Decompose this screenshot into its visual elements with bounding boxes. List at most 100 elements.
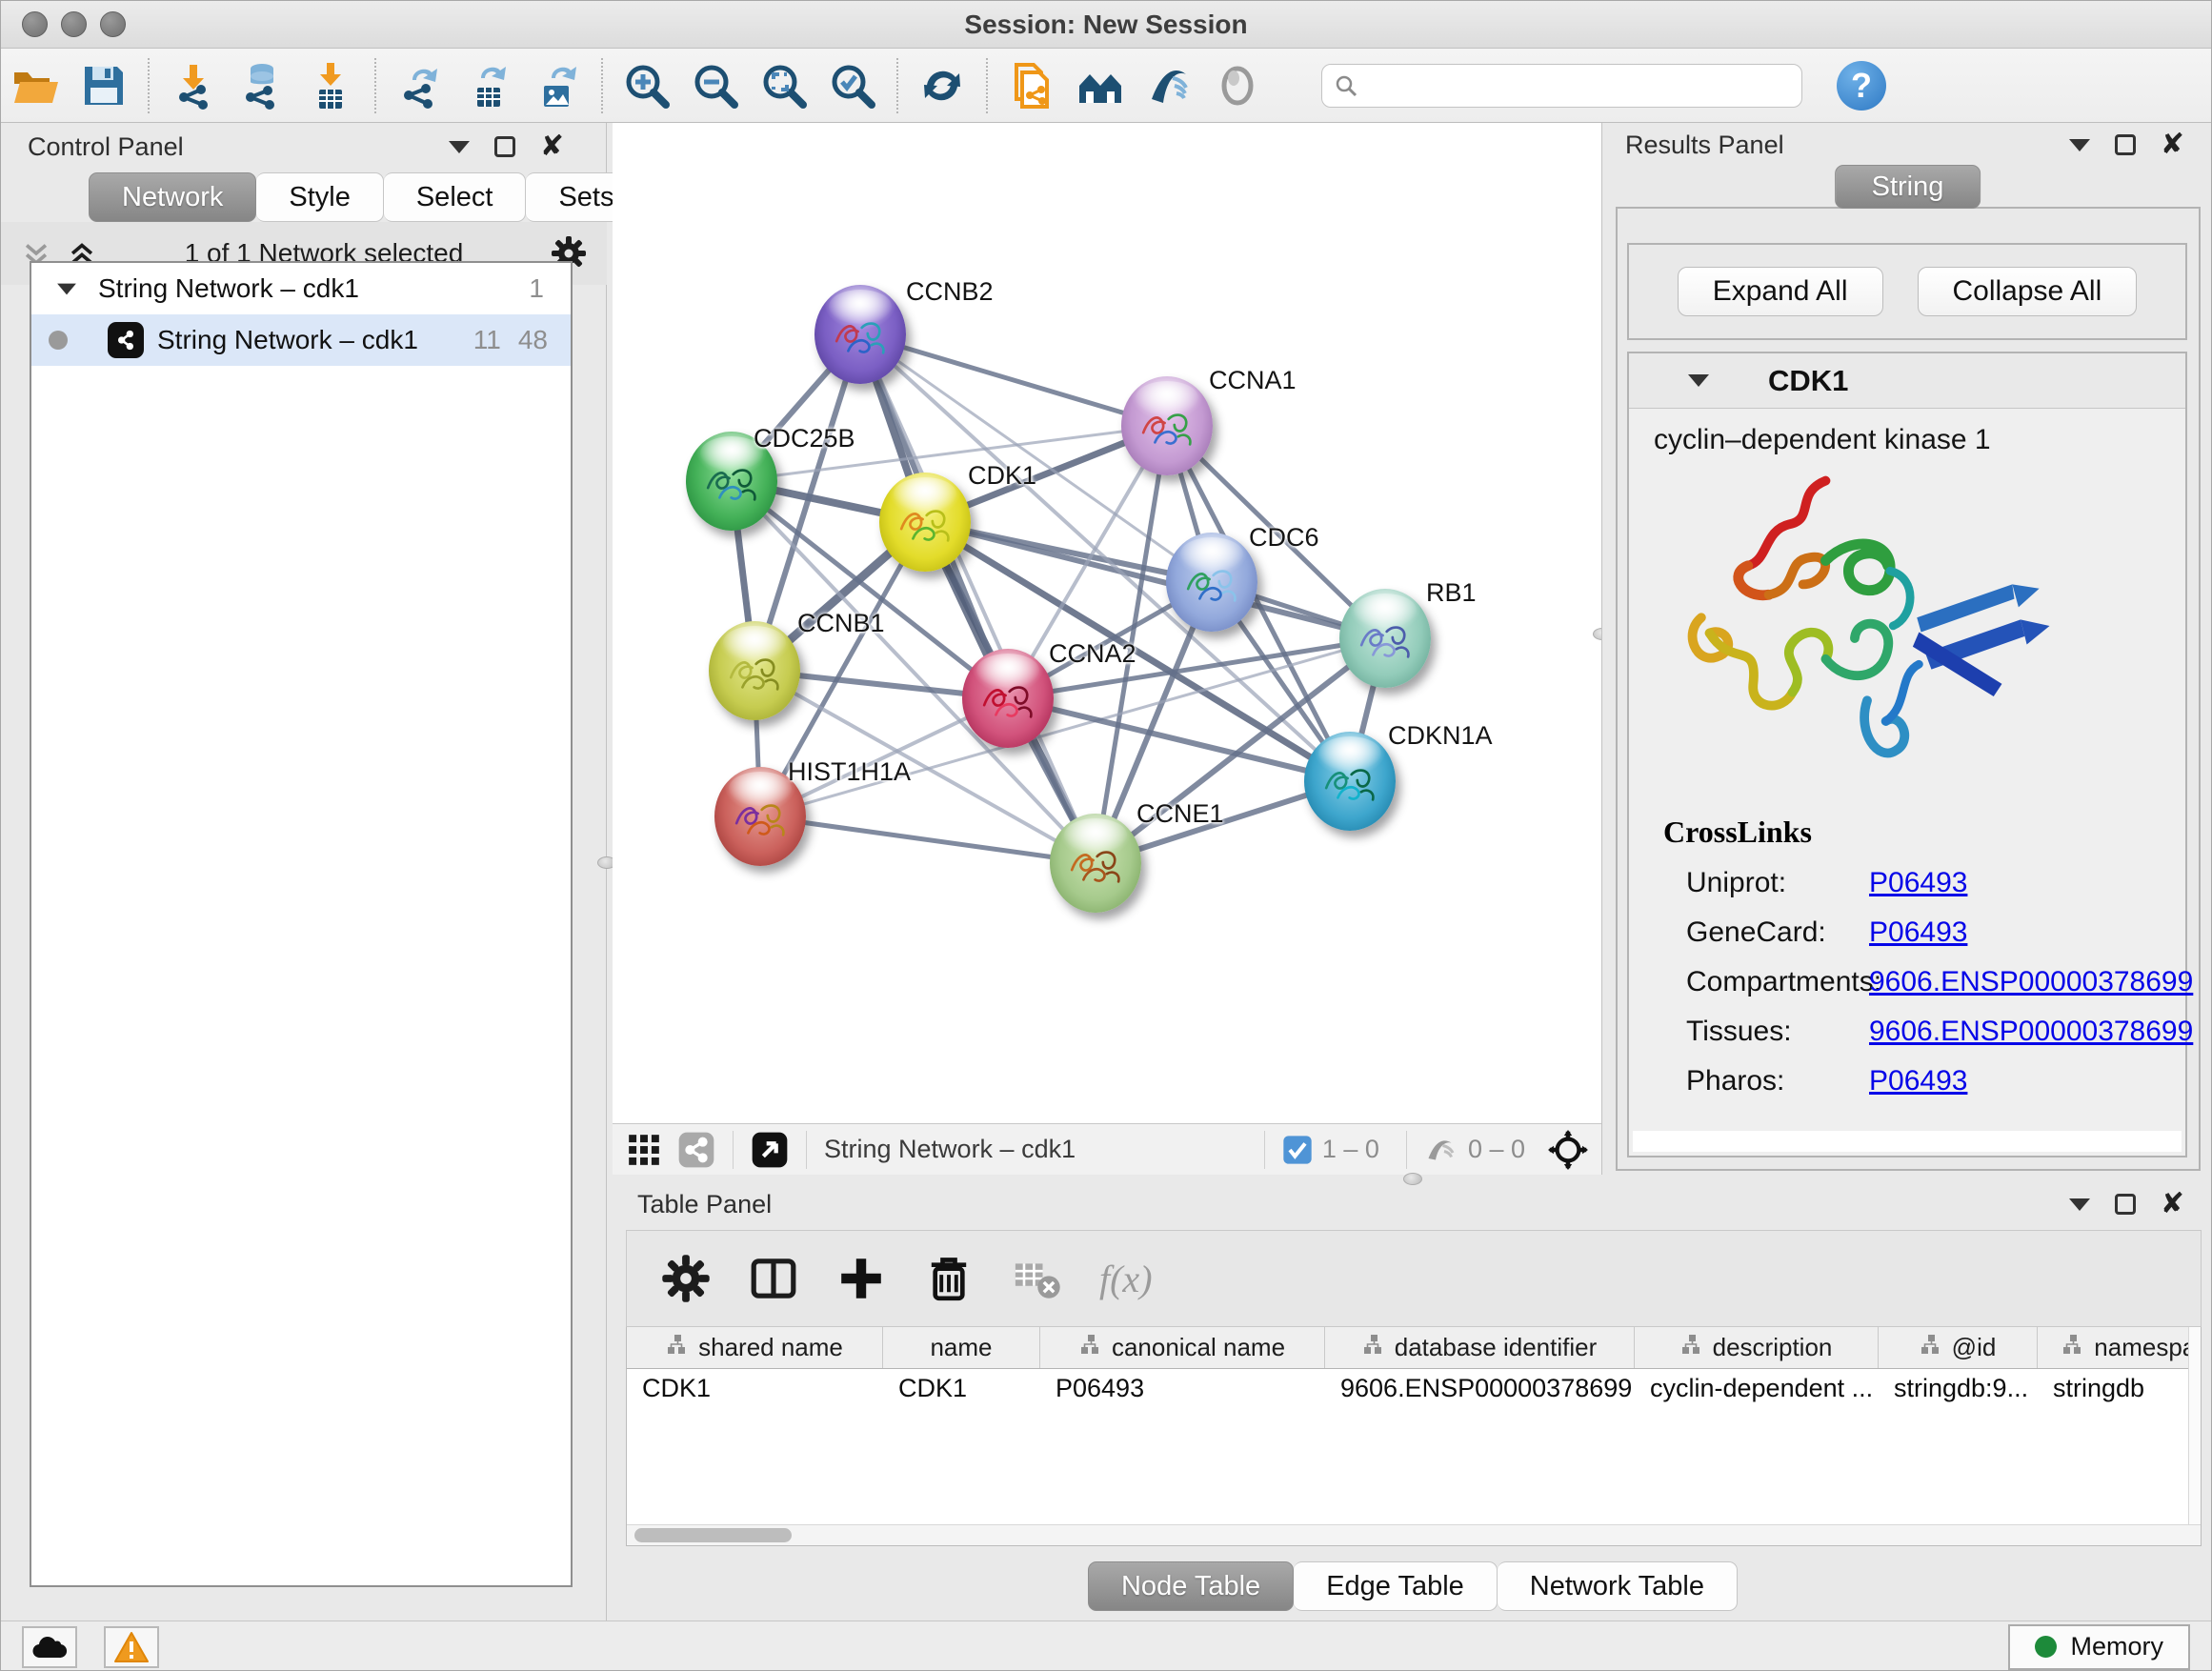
collection-expand-icon[interactable] — [57, 283, 76, 294]
tab-network-table[interactable]: Network Table — [1498, 1561, 1738, 1611]
column-header-shared-name[interactable]: shared name — [627, 1327, 883, 1368]
protein-node-ccna1[interactable] — [1121, 376, 1213, 475]
table-cell[interactable]: CDK1 — [627, 1374, 883, 1403]
close-panel-icon[interactable]: ✘ — [2161, 1194, 2184, 1215]
table-settings-gear-icon[interactable] — [661, 1254, 711, 1303]
close-panel-icon[interactable]: ✘ — [540, 136, 564, 157]
import-network-file-button[interactable] — [159, 55, 228, 116]
network-edge[interactable] — [760, 816, 1096, 863]
network-row[interactable]: String Network – cdk1 11 48 — [31, 314, 571, 366]
fit-selected-crosshair-icon[interactable] — [1548, 1130, 1588, 1170]
table-cell[interactable]: 9606.ENSP00000378699 — [1325, 1374, 1635, 1403]
node-label-cdkn1a: CDKN1A — [1388, 721, 1493, 751]
crosslink-link[interactable]: 9606.ENSP00000378699 — [1869, 966, 2193, 998]
crosslink-link[interactable]: P06493 — [1869, 1065, 1967, 1097]
float-panel-icon[interactable] — [2115, 134, 2136, 155]
column-header-canonical-name[interactable]: canonical name — [1040, 1327, 1325, 1368]
cloud-icon[interactable] — [22, 1626, 77, 1668]
crosslink-link[interactable]: P06493 — [1869, 867, 1967, 899]
search-input[interactable] — [1366, 70, 1790, 101]
table-row[interactable]: CDK1CDK1P064939606.ENSP00000378699cyclin… — [627, 1369, 2201, 1407]
memory-status-dot — [2035, 1636, 2057, 1658]
column-label: @id — [1952, 1333, 1997, 1362]
column-header-name[interactable]: name — [883, 1327, 1040, 1368]
zoom-selected-button[interactable] — [818, 55, 887, 116]
tab-string[interactable]: String — [1835, 165, 1981, 209]
import-table-button[interactable] — [296, 55, 365, 116]
table-cell[interactable]: P06493 — [1040, 1374, 1325, 1403]
open-session-button[interactable] — [1, 55, 70, 116]
protein-ribbon-thumbnail — [1318, 757, 1380, 811]
table-cell[interactable]: stringdb:9... — [1879, 1374, 2038, 1403]
import-network-database-button[interactable] — [228, 55, 296, 116]
table-cell[interactable]: CDK1 — [883, 1374, 1040, 1403]
zoom-in-button[interactable] — [613, 55, 681, 116]
export-image-button[interactable] — [523, 55, 592, 116]
warning-icon[interactable] — [104, 1626, 159, 1668]
close-panel-icon[interactable]: ✘ — [2161, 134, 2184, 155]
help-button[interactable]: ? — [1837, 61, 1886, 111]
network-share-icon[interactable] — [677, 1131, 715, 1169]
scrollbar-thumb[interactable] — [634, 1528, 792, 1542]
export-table-button[interactable] — [454, 55, 523, 116]
node-label-cdk1: CDK1 — [968, 461, 1036, 491]
tab-network[interactable]: Network — [89, 172, 256, 222]
hide-selected-button[interactable] — [1135, 55, 1203, 116]
column-header-@id[interactable]: @id — [1879, 1327, 2038, 1368]
panel-menu-icon[interactable] — [2069, 1198, 2090, 1211]
save-session-button[interactable] — [70, 55, 138, 116]
show-columns-icon[interactable] — [749, 1254, 798, 1303]
apply-layout-button[interactable] — [908, 55, 976, 116]
show-all-button[interactable] — [1203, 55, 1272, 116]
column-header-namespace[interactable]: namespace — [2038, 1327, 2202, 1368]
crosslink-link[interactable]: P06493 — [1869, 916, 1967, 949]
tab-edge-table[interactable]: Edge Table — [1294, 1561, 1498, 1611]
grid-view-icon[interactable] — [626, 1132, 662, 1168]
network-status-dot — [49, 331, 68, 350]
table-cell[interactable]: cyclin-dependent ... — [1635, 1374, 1879, 1403]
node-label-cdc6: CDC6 — [1249, 523, 1319, 553]
new-network-from-selection-button[interactable] — [997, 55, 1066, 116]
table-vertical-scrollbar[interactable] — [2188, 1327, 2201, 1545]
tab-style[interactable]: Style — [256, 172, 383, 222]
network-edge[interactable] — [860, 334, 1167, 426]
float-panel-icon[interactable] — [2115, 1194, 2136, 1215]
float-panel-icon[interactable] — [494, 136, 515, 157]
export-network-button[interactable] — [386, 55, 454, 116]
zoom-fit-button[interactable] — [750, 55, 818, 116]
network-canvas[interactable]: CCNB2CCNA1CDC25BCDK1CDC6RB1CCNB1CCNA2CDK… — [613, 123, 1601, 1123]
network-collection-row[interactable]: String Network – cdk1 1 — [31, 263, 571, 314]
protein-node-rb1[interactable] — [1339, 589, 1431, 688]
protein-node-cdc6[interactable] — [1166, 533, 1257, 632]
crosslink-link[interactable]: 9606.ENSP00000378699 — [1869, 1016, 2193, 1048]
tab-node-table[interactable]: Node Table — [1088, 1561, 1294, 1611]
collapse-all-button[interactable]: Collapse All — [1918, 267, 2138, 316]
column-header-description[interactable]: description — [1635, 1327, 1879, 1368]
memory-button[interactable]: Memory — [2008, 1624, 2190, 1670]
panel-menu-icon[interactable] — [2069, 139, 2090, 151]
selected-checkbox-icon[interactable] — [1282, 1135, 1313, 1165]
tab-select[interactable]: Select — [384, 172, 527, 222]
horizontal-splitter-handle[interactable] — [1403, 1173, 1422, 1185]
protein-node-cdk1[interactable] — [879, 473, 971, 572]
status-network-name: String Network – cdk1 — [824, 1135, 1076, 1164]
network-name: String Network – cdk1 — [157, 325, 418, 355]
protein-node-ccne1[interactable] — [1050, 814, 1141, 913]
protein-node-ccnb2[interactable] — [814, 285, 906, 384]
first-neighbors-button[interactable] — [1066, 55, 1135, 116]
protein-node-ccnb1[interactable] — [709, 621, 800, 720]
delete-column-icon[interactable] — [924, 1254, 974, 1303]
column-header-database-identifier[interactable]: database identifier — [1325, 1327, 1635, 1368]
table-horizontal-scrollbar[interactable] — [627, 1524, 2201, 1545]
section-collapse-icon[interactable] — [1688, 374, 1709, 387]
expand-all-button[interactable]: Expand All — [1678, 267, 1883, 316]
protein-node-cdkn1a[interactable] — [1304, 732, 1396, 831]
protein-section-header[interactable]: CDK1 — [1629, 353, 2185, 409]
hidden-eye-icon[interactable] — [1424, 1133, 1458, 1167]
birdseye-view-icon[interactable] — [751, 1131, 789, 1169]
table-cell[interactable]: stringdb — [2038, 1374, 2202, 1403]
panel-menu-icon[interactable] — [449, 141, 470, 153]
zoom-out-button[interactable] — [681, 55, 750, 116]
add-column-icon[interactable] — [836, 1254, 886, 1303]
protein-node-ccna2[interactable] — [962, 649, 1054, 748]
